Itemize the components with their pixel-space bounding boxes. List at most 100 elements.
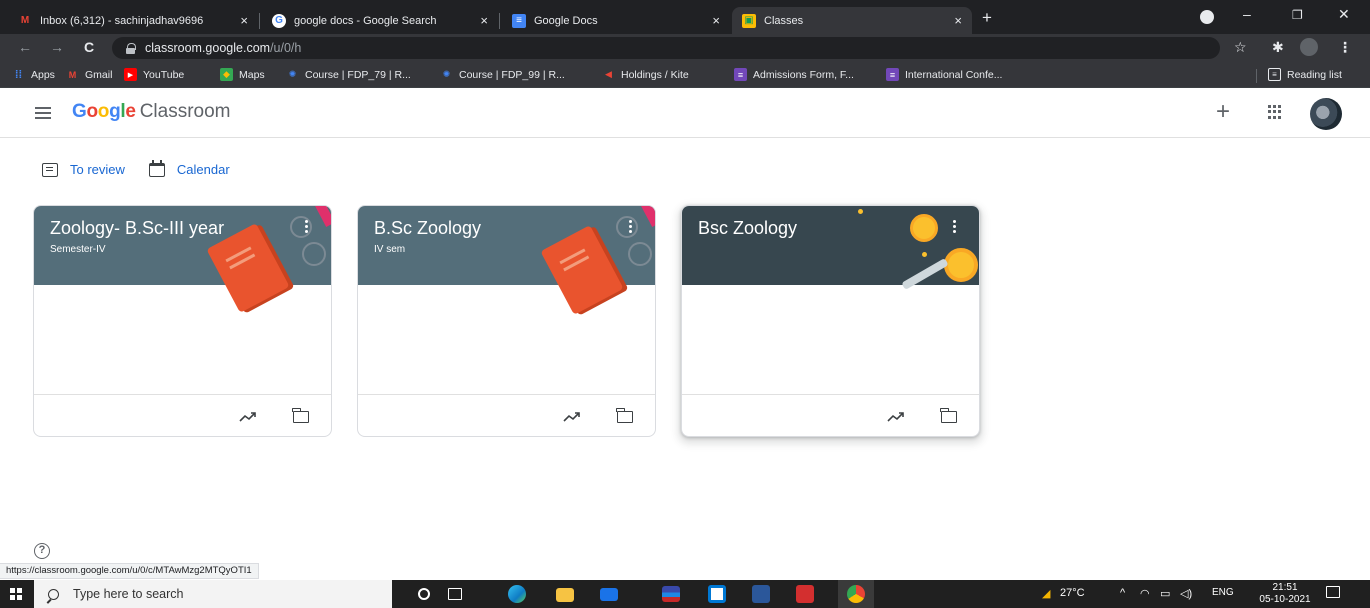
- class-options-icon[interactable]: [629, 220, 633, 234]
- cortana-icon[interactable]: [418, 588, 430, 600]
- weather-temperature[interactable]: 27°C: [1060, 587, 1085, 599]
- battery-icon[interactable]: ▭: [1160, 587, 1170, 600]
- book-bookmark-decoration: [640, 206, 655, 227]
- close-window-button[interactable]: ✕: [1338, 6, 1350, 23]
- word-icon[interactable]: [752, 585, 770, 603]
- account-avatar[interactable]: [1310, 98, 1342, 130]
- bookmarks-bar: ⁞⁞ Apps M Gmail ▶ YouTube ◆ Maps ✺ Cours…: [0, 62, 1370, 88]
- help-icon[interactable]: ?: [34, 543, 50, 559]
- volume-icon[interactable]: ◁): [1180, 587, 1192, 600]
- media-app-icon[interactable]: [662, 586, 680, 602]
- docs-favicon-icon: ≡: [512, 13, 526, 28]
- back-button[interactable]: ←: [18, 39, 32, 55]
- class-title[interactable]: Zoology- B.Sc-III year: [50, 218, 224, 239]
- bookmark-label: Apps: [31, 68, 55, 81]
- windows-start-icon[interactable]: [10, 588, 22, 600]
- class-title[interactable]: Bsc Zoology: [698, 218, 797, 239]
- class-card[interactable]: Zoology- B.Sc-III year Semester-IV: [33, 205, 332, 437]
- tab-google-search[interactable]: G google docs - Google Search ×: [262, 7, 498, 34]
- to-review-label: To review: [70, 162, 125, 177]
- tab-classes[interactable]: ▣ Classes ×: [732, 7, 972, 34]
- bookmark-admissions-form[interactable]: ≡ Admissions Form, F...: [734, 68, 854, 81]
- bookmark-youtube[interactable]: ▶ YouTube: [124, 68, 184, 81]
- chrome-taskbar-active[interactable]: [838, 580, 874, 608]
- tray-overflow-icon[interactable]: ^: [1120, 587, 1125, 599]
- class-drive-folder-icon[interactable]: [616, 408, 633, 423]
- acrobat-icon[interactable]: [796, 585, 814, 603]
- tab-close-icon[interactable]: ×: [712, 13, 720, 28]
- bookmark-international-conference[interactable]: ≡ International Confe...: [886, 68, 1002, 81]
- to-review-link[interactable]: To review: [42, 162, 125, 177]
- address-bar[interactable]: classroom.google.com/u/0/h: [112, 37, 1220, 59]
- coin-illustration: [910, 214, 938, 242]
- profile-dot-icon[interactable]: [1200, 10, 1214, 24]
- tab-google-docs[interactable]: ≡ Google Docs ×: [502, 7, 730, 34]
- windows-taskbar: Type here to search ◢ 27°C ^ ◠ ▭ ◁) ENG …: [0, 580, 1370, 608]
- class-section: Semester-IV: [50, 244, 106, 255]
- bookmark-maps[interactable]: ◆ Maps: [220, 68, 265, 81]
- main-menu-icon[interactable]: [35, 107, 51, 119]
- weather-icon[interactable]: ◢: [1042, 587, 1050, 600]
- gradebook-trend-icon[interactable]: [563, 409, 581, 423]
- gradebook-trend-icon[interactable]: [887, 409, 905, 423]
- class-options-icon[interactable]: [305, 220, 309, 234]
- class-drive-folder-icon[interactable]: [940, 408, 957, 423]
- reading-list-button[interactable]: ≡ Reading list: [1268, 68, 1342, 81]
- class-card-banner[interactable]: B.Sc Zoology IV sem: [358, 206, 655, 315]
- chrome-icon: [847, 585, 865, 603]
- google-classroom-logo[interactable]: Google Classroom: [72, 101, 231, 123]
- maximize-button[interactable]: ❐: [1292, 8, 1303, 22]
- task-view-icon[interactable]: [448, 588, 462, 600]
- class-options-icon[interactable]: [953, 220, 957, 234]
- extensions-icon[interactable]: ✱: [1272, 39, 1284, 56]
- mail-icon[interactable]: [600, 588, 618, 601]
- class-card[interactable]: Bsc Zoology: [681, 205, 980, 437]
- create-or-join-class-button[interactable]: +: [1216, 98, 1230, 126]
- bookmark-course-fdp99[interactable]: ✺ Course | FDP_99 | R...: [440, 68, 565, 81]
- edge-browser-icon[interactable]: [508, 585, 526, 603]
- minimize-button[interactable]: –: [1243, 6, 1251, 22]
- bookmark-apps[interactable]: ⁞⁞ Apps: [12, 68, 55, 81]
- search-icon: [48, 588, 59, 600]
- calendar-link[interactable]: Calendar: [148, 159, 230, 177]
- tab-close-icon[interactable]: ×: [954, 13, 962, 28]
- book-bookmark-decoration: [314, 206, 331, 227]
- class-drive-folder-icon[interactable]: [292, 408, 309, 423]
- bookmark-star-icon[interactable]: ☆: [1234, 39, 1247, 56]
- new-tab-button[interactable]: +: [982, 8, 992, 28]
- lock-icon: [126, 43, 136, 54]
- gradebook-trend-icon[interactable]: [239, 409, 257, 423]
- bookmark-gmail[interactable]: M Gmail: [66, 68, 113, 81]
- class-title[interactable]: B.Sc Zoology: [374, 218, 481, 239]
- google-wordmark: Google: [72, 101, 136, 122]
- to-review-icon: [42, 162, 58, 177]
- tab-close-icon[interactable]: ×: [480, 13, 488, 28]
- google-apps-icon[interactable]: [1268, 105, 1282, 119]
- bookmark-course-fdp79[interactable]: ✺ Course | FDP_79 | R...: [286, 68, 411, 81]
- taskbar-search-box[interactable]: Type here to search: [34, 580, 392, 608]
- file-explorer-icon[interactable]: [556, 588, 574, 602]
- class-card[interactable]: B.Sc Zoology IV sem: [357, 205, 656, 437]
- tab-gmail[interactable]: M Inbox (6,312) - sachinjadhav9696 ×: [8, 7, 258, 34]
- chrome-menu-icon[interactable]: ⋮: [1338, 39, 1352, 56]
- forward-button[interactable]: →: [50, 39, 64, 55]
- decorative-circle: [616, 216, 638, 238]
- classroom-favicon-icon: ▣: [742, 13, 756, 28]
- class-card-banner[interactable]: Zoology- B.Sc-III year Semester-IV: [34, 206, 331, 313]
- youtube-icon: ▶: [124, 68, 137, 81]
- tab-close-icon[interactable]: ×: [240, 13, 248, 28]
- forms-icon: ≡: [886, 68, 899, 81]
- tab-title: Classes: [764, 14, 804, 27]
- microsoft-store-icon[interactable]: [708, 585, 726, 603]
- class-card-banner[interactable]: Bsc Zoology: [682, 206, 979, 290]
- wifi-icon[interactable]: ◠: [1140, 587, 1150, 600]
- reading-list-icon: ≡: [1268, 68, 1281, 81]
- notifications-icon[interactable]: [1326, 586, 1340, 598]
- profile-avatar-icon[interactable]: [1300, 38, 1318, 56]
- language-indicator[interactable]: ENG: [1212, 587, 1234, 598]
- taskbar-clock[interactable]: 21:51 05-10-2021: [1258, 582, 1312, 606]
- reload-button[interactable]: C: [84, 39, 94, 55]
- bookmark-kite[interactable]: ◀ Holdings / Kite: [602, 68, 689, 81]
- magnifier-handle-illustration: [901, 258, 949, 290]
- apps-grid-icon: ⁞⁞: [14, 68, 23, 81]
